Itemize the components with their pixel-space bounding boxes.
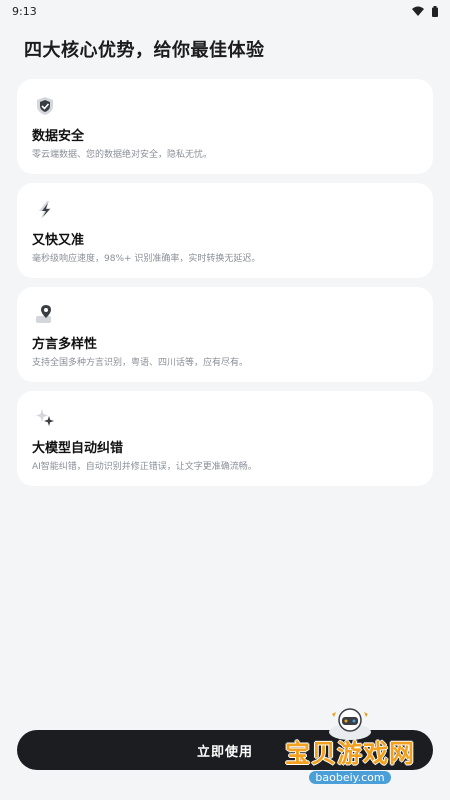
feature-description: AI智能纠错，自动识别并修正错误，让文字更准确流畅。 <box>32 462 257 472</box>
feature-card-dialects: 方言多样性 支持全国多种方言识别，粤语、四川话等，应有尽有。 <box>17 287 433 382</box>
feature-description: 毫秒级响应速度，98%+ 识别准确率，实时转换无延迟。 <box>32 254 261 264</box>
watermark-url: baobeiy.com <box>309 771 391 784</box>
shield-icon <box>37 97 53 115</box>
battery-icon <box>432 5 438 17</box>
feature-title: 大模型自动纠错 <box>32 441 124 456</box>
wifi-icon <box>412 6 424 16</box>
feature-card-data-security: 数据安全 零云端数据、您的数据绝对安全，隐私无忧。 <box>17 79 433 174</box>
lightning-icon <box>39 201 51 219</box>
status-bar: 9:13 <box>0 0 450 22</box>
watermark: 宝贝游戏网 baobeiy.com <box>270 706 430 794</box>
sparkle-icon <box>36 409 54 426</box>
map-pin-icon <box>36 305 51 323</box>
start-using-label: 立即使用 <box>196 744 253 760</box>
feature-card-ai-correction: 大模型自动纠错 AI智能纠错，自动识别并修正错误，让文字更准确流畅。 <box>17 391 433 486</box>
page-title: 四大核心优势，给你最佳体验 <box>24 40 265 61</box>
feature-title: 又快又准 <box>32 233 85 248</box>
feature-title: 数据安全 <box>32 129 85 144</box>
feature-title: 方言多样性 <box>32 337 98 352</box>
status-time: 9:13 <box>12 4 37 18</box>
game-controller-mascot-icon <box>329 708 371 740</box>
feature-description: 支持全国多种方言识别，粤语、四川话等，应有尽有。 <box>32 358 249 368</box>
feature-description: 零云端数据、您的数据绝对安全，隐私无忧。 <box>32 150 213 160</box>
status-icons <box>412 5 438 17</box>
feature-list: 数据安全 零云端数据、您的数据绝对安全，隐私无忧。 又快又准 毫秒级响应速度，9… <box>17 79 433 495</box>
feature-card-fast-accurate: 又快又准 毫秒级响应速度，98%+ 识别准确率，实时转换无延迟。 <box>17 183 433 278</box>
